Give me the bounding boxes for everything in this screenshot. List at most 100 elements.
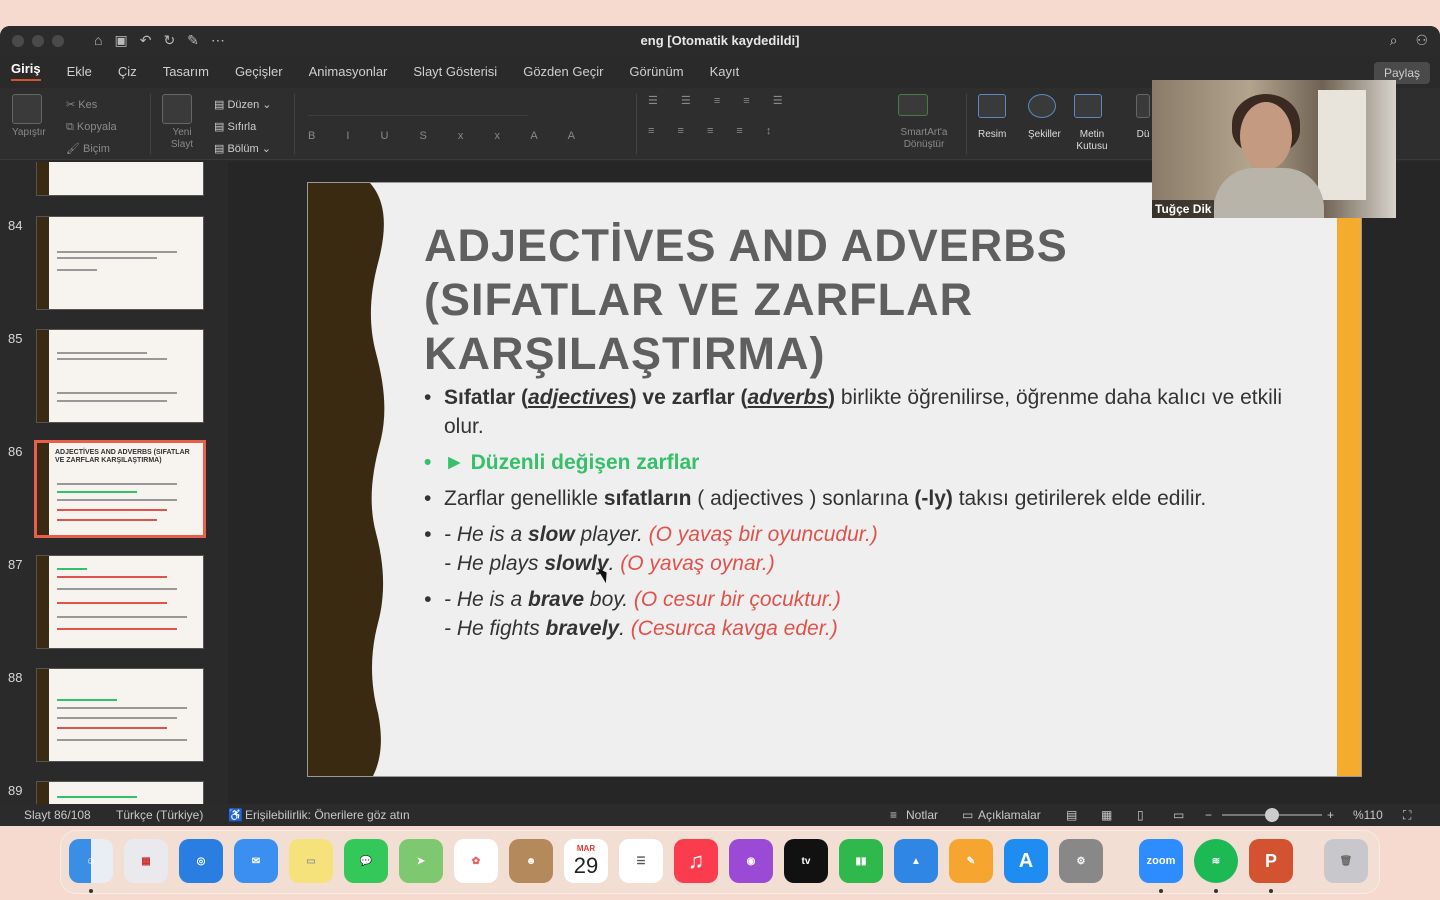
notes-app-icon[interactable]: ▭ [289,839,333,883]
tab-giris[interactable]: Giriş [11,61,41,81]
shapes-icon [1028,94,1056,118]
text-b3-a: Zarflar genellikle [444,487,604,510]
text-ex4-c: . [619,617,631,640]
shapes-button[interactable]: Şekiller [1028,94,1061,141]
text-ex1-c: player. [574,523,649,546]
current-slide[interactable]: ADJECTİVES AND ADVERBS (SIFATLAR VE ZARF… [307,182,1362,777]
slide-thumbnail-87[interactable] [36,555,204,649]
text-ex3-translation: (O cesur bir çocuktur.) [633,588,841,611]
system-settings-icon[interactable]: ⚙ [1059,839,1103,883]
zoom-level[interactable]: %110 [1353,808,1383,822]
calendar-icon[interactable]: MAR 29 [564,839,608,883]
zoom-in-icon[interactable]: + [1327,808,1334,822]
new-slide-button[interactable]: Yeni Slayt [162,94,202,151]
dock: ☺ ▦ ◎ ✉ ▭ 💬 ➤ ✿ ☻ MAR 29 ☰ ♫ ◉ tv ▮▮ ▲ ✎… [60,830,1380,894]
document-title: eng [Otomatik kaydedildi] [640,33,800,48]
copy-button[interactable]: ⧉ Kopyala [66,116,117,138]
finder-icon[interactable]: ☺ [69,839,113,883]
zoom-slider-thumb[interactable] [1265,808,1279,822]
spotify-icon[interactable]: ≋ [1194,839,1238,883]
share-people-icon[interactable]: ⚇ [1415,32,1428,49]
safari-icon[interactable]: ◎ [179,839,223,883]
normal-view-icon[interactable]: ▤ [1066,808,1077,822]
powerpoint-icon[interactable]: P [1249,839,1293,883]
slides-group: ▤ Düzen ⌄ ▤ Sıfırla ▤ Bölüm ⌄ [214,94,272,160]
reset-button[interactable]: ▤ Sıfırla [214,116,272,138]
slide-thumbnail-86[interactable]: ADJECTİVES AND ADVERBS (SIFATLAR VE ZARF… [34,440,206,538]
text-ex4-translation: (Cesurca kavga eder.) [630,617,838,640]
slide-thumbnail-title: ADJECTİVES AND ADVERBS (SIFATLAR VE ZARF… [55,449,190,464]
slide-thumbnail[interactable] [36,162,204,196]
tab-gozden-gecir[interactable]: Gözden Geçir [523,64,603,79]
slide-title[interactable]: ADJECTİVES AND ADVERBS (SIFATLAR VE ZARF… [424,219,1244,381]
tab-ekle[interactable]: Ekle [67,64,92,79]
slide-number: 84 [8,218,23,233]
slide-sorter-icon[interactable]: ▦ [1101,808,1112,822]
text-b3-b: sıfatların [603,487,692,510]
text-b3-c: ( adjectives ) sonlarına [691,487,915,510]
title-right-icons: ⌕ ⚇ [1390,32,1428,49]
music-icon[interactable]: ♫ [674,839,718,883]
notes-button[interactable]: Notlar [906,808,938,822]
textbox-button[interactable]: Metin Kutusu [1074,94,1110,153]
app-store-icon[interactable]: A [1004,839,1048,883]
zoom-app-icon[interactable]: zoom [1139,839,1183,883]
keynote-icon[interactable]: ▲ [894,839,938,883]
paragraph-group[interactable]: ☰ ☰ ≡ ≡ ☰ ≡ ≡ ≡ ≡ ↕ [648,94,888,154]
clipboard-group: ✂ Kes ⧉ Kopyala 🖌 Biçim [66,94,117,160]
picture-button[interactable]: Resim [978,94,1006,141]
slide-thumbnail-84[interactable] [36,216,204,310]
tab-gorunum[interactable]: Görünüm [629,64,683,79]
tab-gecisler[interactable]: Geçişler [235,64,283,79]
draw-button[interactable]: Dü [1136,94,1150,141]
tab-animasyonlar[interactable]: Animasyonlar [309,64,388,79]
slide-body[interactable]: Sıfatlar (adjectives) ve zarflar (adverb… [424,383,1284,650]
slideshow-icon[interactable]: ▭ [1173,808,1184,822]
paste-group[interactable]: Yapıştır [12,94,46,139]
podcasts-icon[interactable]: ◉ [729,839,773,883]
tab-kayit[interactable]: Kayıt [710,64,740,79]
zoom-video-tile[interactable]: Tuğçe Dik [1152,80,1396,218]
launchpad-icon[interactable]: ▦ [124,839,168,883]
photos-icon[interactable]: ✿ [454,839,498,883]
language-indicator[interactable]: Türkçe (Türkiye) [116,808,203,822]
comments-button[interactable]: Açıklamalar [978,808,1041,822]
text-adjectives: adjectives [528,386,630,409]
slide-thumbnail-88[interactable] [36,668,204,762]
zoom-out-icon[interactable]: − [1205,808,1212,822]
trash-icon[interactable]: 🗑 [1324,839,1368,883]
new-slide-label: Yeni Slayt [170,127,194,150]
slide-thumbnail-89[interactable] [36,781,204,804]
messages-icon[interactable]: 💬 [344,839,388,883]
text-sifatlar: Sıfatlar ( [444,386,529,409]
layout-button[interactable]: ▤ Düzen ⌄ [214,94,272,116]
numbers-icon[interactable]: ▮▮ [839,839,883,883]
paste-icon [12,94,42,124]
tab-ciz[interactable]: Çiz [118,64,137,79]
cut-button[interactable]: ✂ Kes [66,94,117,116]
contacts-icon[interactable]: ☻ [509,839,553,883]
bullet-3: Zarflar genellikle sıfatların ( adjectiv… [424,484,1284,513]
reset-label: Sıfırla [227,121,257,133]
search-icon[interactable]: ⌕ [1390,32,1398,49]
slide-thumbnail-85[interactable] [36,329,204,423]
fit-slide-icon[interactable]: ⛶ [1403,808,1411,823]
text-ex4-a: - He fights [444,617,546,640]
text-adverbs: adverbs [747,386,829,409]
tab-slayt-gosterisi[interactable]: Slayt Gösterisi [413,64,497,79]
reminders-icon[interactable]: ☰ [619,839,663,883]
apple-tv-icon[interactable]: tv [784,839,828,883]
draw-label: Dü [1136,129,1150,140]
mail-icon[interactable]: ✉ [234,839,278,883]
pages-icon[interactable]: ✎ [949,839,993,883]
section-button[interactable]: ▤ Bölüm ⌄ [214,138,272,160]
font-name-select[interactable] [308,94,528,116]
tab-tasarim[interactable]: Tasarım [163,64,209,79]
format-painter-button[interactable]: 🖌 Biçim [66,138,117,160]
accessibility-status[interactable]: Erişilebilirlik: Önerilere göz atın [245,808,410,822]
font-format-buttons[interactable]: B I U S x x A A [308,130,628,142]
reading-view-icon[interactable]: ▯ [1137,808,1144,822]
smartart-button[interactable]: SmartArt'a Dönüştür [898,94,954,151]
maps-icon[interactable]: ➤ [399,839,443,883]
textbox-icon [1074,94,1102,118]
